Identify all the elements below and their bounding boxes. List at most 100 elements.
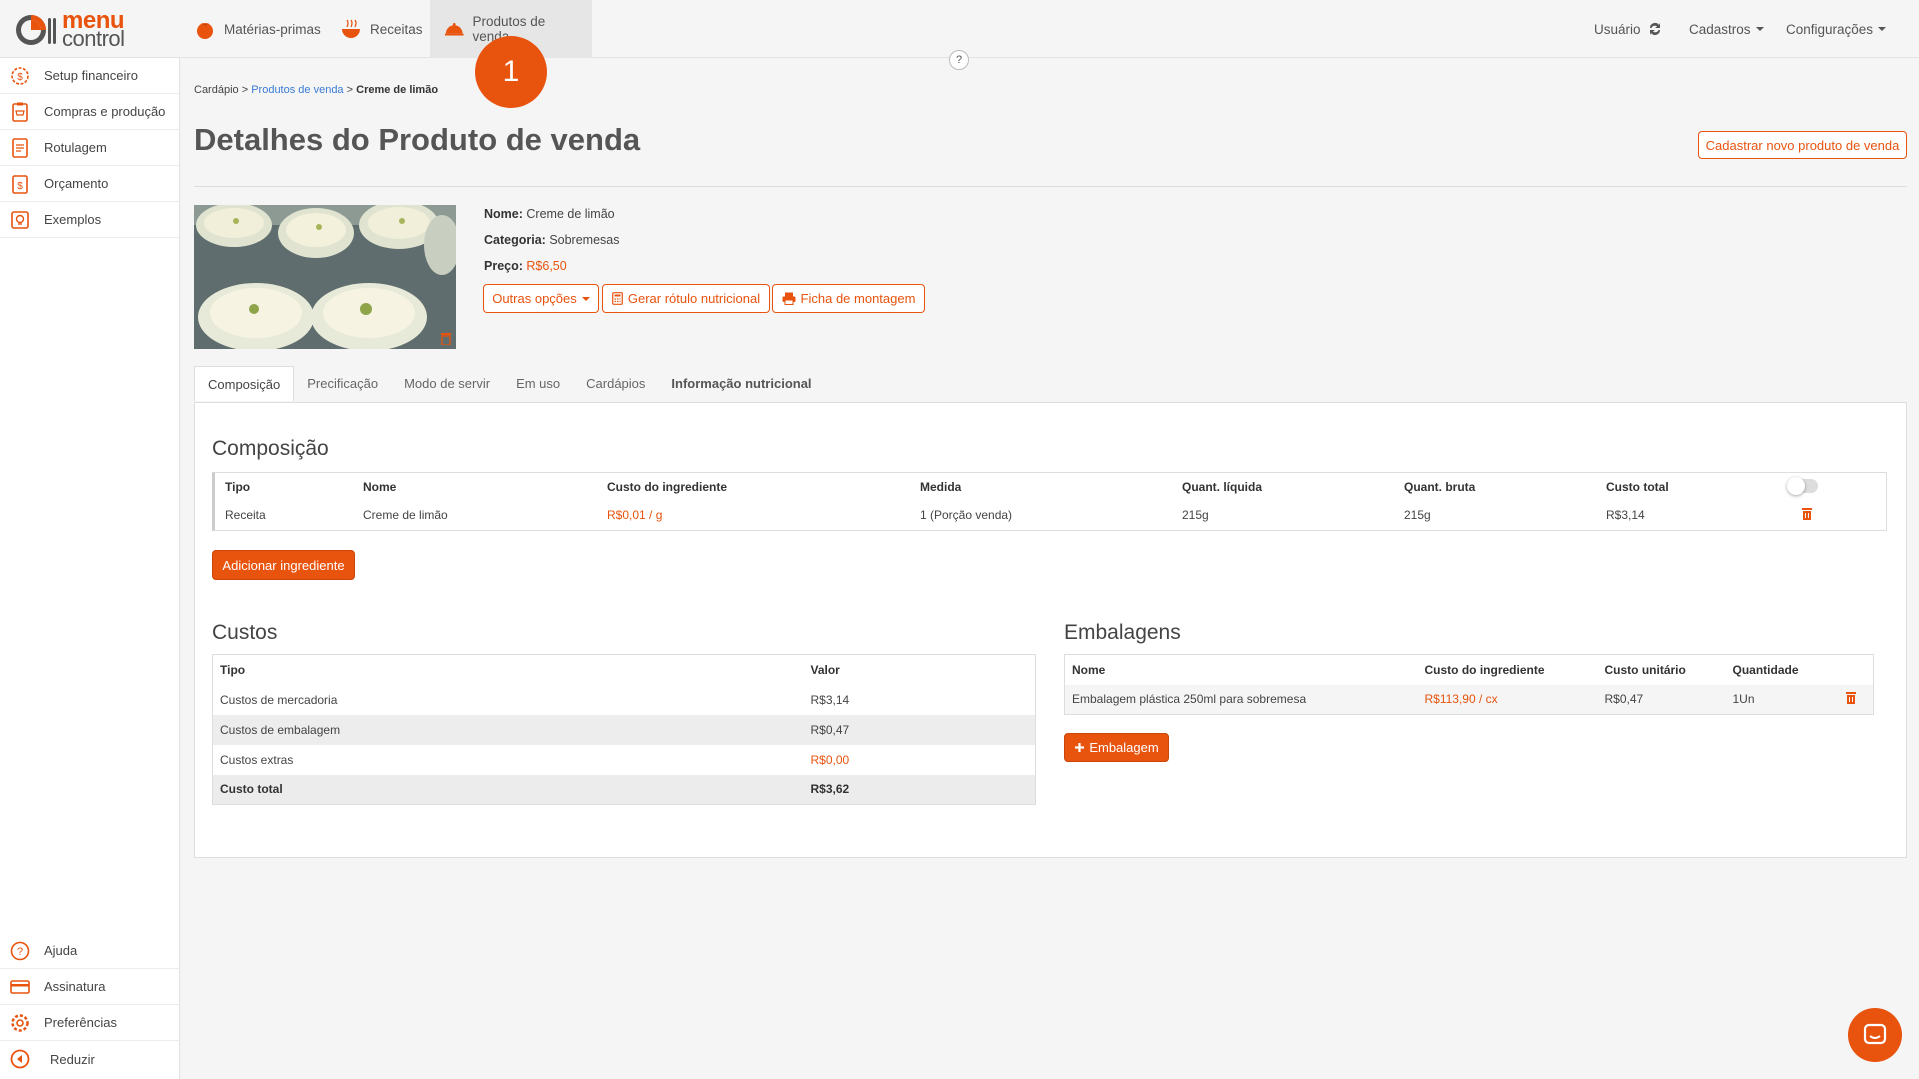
help-tour-button[interactable]: ?: [949, 50, 969, 70]
cell-quant-bruta: 215g: [1404, 508, 1431, 522]
product-tabs: Composição Precificação Modo de servir E…: [194, 366, 825, 401]
plus-icon: [1075, 743, 1085, 752]
cell-nome: Creme de limão: [363, 508, 448, 522]
cell-quantidade: 1Un: [1732, 692, 1755, 707]
cell-valor[interactable]: R$0,00: [804, 745, 1036, 775]
tab-precificacao[interactable]: Precificação: [294, 366, 391, 401]
cell-actions: [1778, 501, 1886, 529]
cell-medida: 1 (Porção venda): [920, 508, 1013, 522]
sidebar-item-exemplos[interactable]: Exemplos: [0, 202, 179, 238]
breadcrumb-produtos-link[interactable]: Produtos de venda: [251, 84, 343, 96]
sidebar-item-compras-producao[interactable]: Compras e produção: [0, 94, 179, 130]
product-price-row: Preço: R$6,50: [484, 259, 567, 273]
breadcrumb-separator: >: [346, 84, 354, 96]
cell-tipo: Custos extras: [220, 752, 294, 767]
credit-card-icon: [10, 979, 30, 994]
gear-dollar-icon: $: [11, 66, 29, 85]
nav-tab-materias-primas[interactable]: Matérias-primas: [180, 0, 335, 58]
cell-valor: R$3,14: [810, 692, 850, 707]
product-name-label: Nome:: [484, 207, 523, 221]
col-nome: Nome: [1072, 662, 1106, 677]
divider: [194, 186, 1907, 187]
tab-composicao[interactable]: Composição: [194, 366, 295, 401]
cloche-icon: [444, 22, 464, 36]
sidebar-item-label: Setup financeiro: [44, 68, 138, 83]
bowl-icon: [342, 19, 360, 38]
add-packaging-button[interactable]: Embalagem: [1064, 733, 1169, 762]
col-medida: Medida: [920, 480, 962, 494]
col-valor: Valor: [810, 662, 840, 677]
breadcrumb-root[interactable]: Cardápio: [194, 84, 239, 96]
table-header: Tipo Nome Custo do ingrediente Medida Qu…: [215, 473, 1886, 501]
nav-tab-receitas[interactable]: Receitas: [326, 0, 437, 58]
cell-total-label: Custo total: [212, 774, 804, 805]
costs-title: Custos: [212, 621, 278, 644]
cell-custo-ingrediente[interactable]: R$0,01 / g: [597, 501, 910, 529]
product-price-label: Preço:: [484, 259, 523, 273]
sidebar-item-reduzir[interactable]: Reduzir: [0, 1041, 179, 1077]
trash-icon[interactable]: [1845, 691, 1857, 705]
assembly-sheet-text: Ficha de montagem: [800, 291, 916, 306]
sidebar-item-orcamento[interactable]: $ Orçamento: [0, 166, 179, 202]
nav-tab-label: Receitas: [370, 21, 423, 37]
sidebar-item-assinatura[interactable]: Assinatura: [0, 969, 179, 1005]
composition-title: Composição: [212, 437, 329, 460]
col-custo-unitario: Custo unitário: [1604, 662, 1686, 677]
swap-icon: [1649, 23, 1660, 35]
logo-icon: [16, 15, 56, 45]
help-circle-icon: ?: [10, 941, 30, 960]
cadastros-dropdown[interactable]: Cadastros: [1689, 0, 1764, 58]
product-category-row: Categoria: Sobremesas: [484, 233, 620, 247]
product-category-label: Categoria:: [484, 233, 546, 247]
product-name-row: Nome: Creme de limão: [484, 207, 615, 221]
breadcrumb: Cardápio > Produtos de venda > Creme de …: [194, 84, 438, 96]
dessert-cups-image: [194, 205, 456, 349]
sidebar-item-label: Exemplos: [44, 212, 102, 227]
chevron-down-icon: [1755, 27, 1764, 31]
configuracoes-dropdown[interactable]: Configurações: [1786, 0, 1887, 58]
cell-tipo: Custos de mercadoria: [220, 692, 338, 707]
cell-total-value: R$3,62: [803, 774, 1036, 805]
show-details-toggle[interactable]: [1787, 476, 1818, 495]
trash-icon[interactable]: [1801, 507, 1813, 520]
sidebar-item-preferencias[interactable]: Preferências: [0, 1005, 179, 1041]
col-nome: Nome: [363, 480, 397, 494]
table-row: Custos de embalagem R$0,47: [212, 714, 1036, 745]
assembly-sheet-button[interactable]: Ficha de montagem: [772, 284, 925, 313]
clipboard-cart-icon: [12, 102, 28, 122]
sidebar-item-ajuda[interactable]: ? Ajuda: [0, 933, 179, 969]
tab-em-uso[interactable]: Em uso: [503, 366, 573, 401]
table-header: Nome Custo do ingrediente Custo unitário…: [1065, 655, 1874, 685]
sidebar-item-setup-financeiro[interactable]: $ Setup financeiro: [0, 58, 179, 94]
col-actions: [1838, 655, 1874, 685]
col-custo-ingrediente: Custo do ingrediente: [1424, 662, 1545, 677]
chat-support-button[interactable]: [1848, 1008, 1902, 1062]
table-row: Embalagem plástica 250ml para sobremesa …: [1064, 684, 1874, 715]
sidebar-item-rotulagem[interactable]: Rotulagem: [0, 130, 179, 166]
table-row: Custos extras R$0,00: [213, 745, 1036, 775]
col-tipo: Tipo: [220, 662, 246, 677]
new-product-button[interactable]: Cadastrar novo produto de venda: [1698, 131, 1907, 159]
cell-quant-liquida: 215g: [1182, 508, 1209, 522]
menu-control-logo[interactable]: menu control: [12, 9, 142, 50]
table-row: Custos de mercadoria R$3,14: [213, 685, 1036, 715]
usuario-menu[interactable]: Usuário: [1594, 0, 1662, 58]
packaging-title: Embalagens: [1064, 621, 1181, 644]
sidebar-item-label: Assinatura: [44, 979, 106, 994]
chevron-down-icon: [1878, 27, 1887, 31]
col-quantidade: Quantidade: [1732, 662, 1799, 677]
composition-table: Tipo Nome Custo do ingrediente Medida Qu…: [212, 472, 1887, 531]
svg-text:$: $: [17, 72, 23, 83]
cell-custo-ingrediente[interactable]: R$113,90 / cx: [1418, 685, 1598, 715]
tab-informacao-nutricional[interactable]: Informação nutricional: [658, 366, 824, 401]
cadastros-label: Cadastros: [1689, 21, 1751, 37]
svg-text:$: $: [17, 181, 23, 192]
tab-modo-de-servir[interactable]: Modo de servir: [391, 366, 503, 401]
other-options-dropdown[interactable]: Outras opções: [483, 284, 599, 313]
add-ingredient-button[interactable]: Adicionar ingrediente: [212, 550, 355, 580]
tab-cardapios[interactable]: Cardápios: [573, 366, 658, 401]
nutrition-label-button[interactable]: Gerar rótulo nutricional: [602, 284, 770, 313]
trash-icon[interactable]: [440, 332, 452, 345]
col-custo-ingrediente: Custo do ingrediente: [607, 480, 727, 494]
table-row[interactable]: Receita Creme de limão R$0,01 / g 1 (Por…: [215, 501, 1886, 529]
